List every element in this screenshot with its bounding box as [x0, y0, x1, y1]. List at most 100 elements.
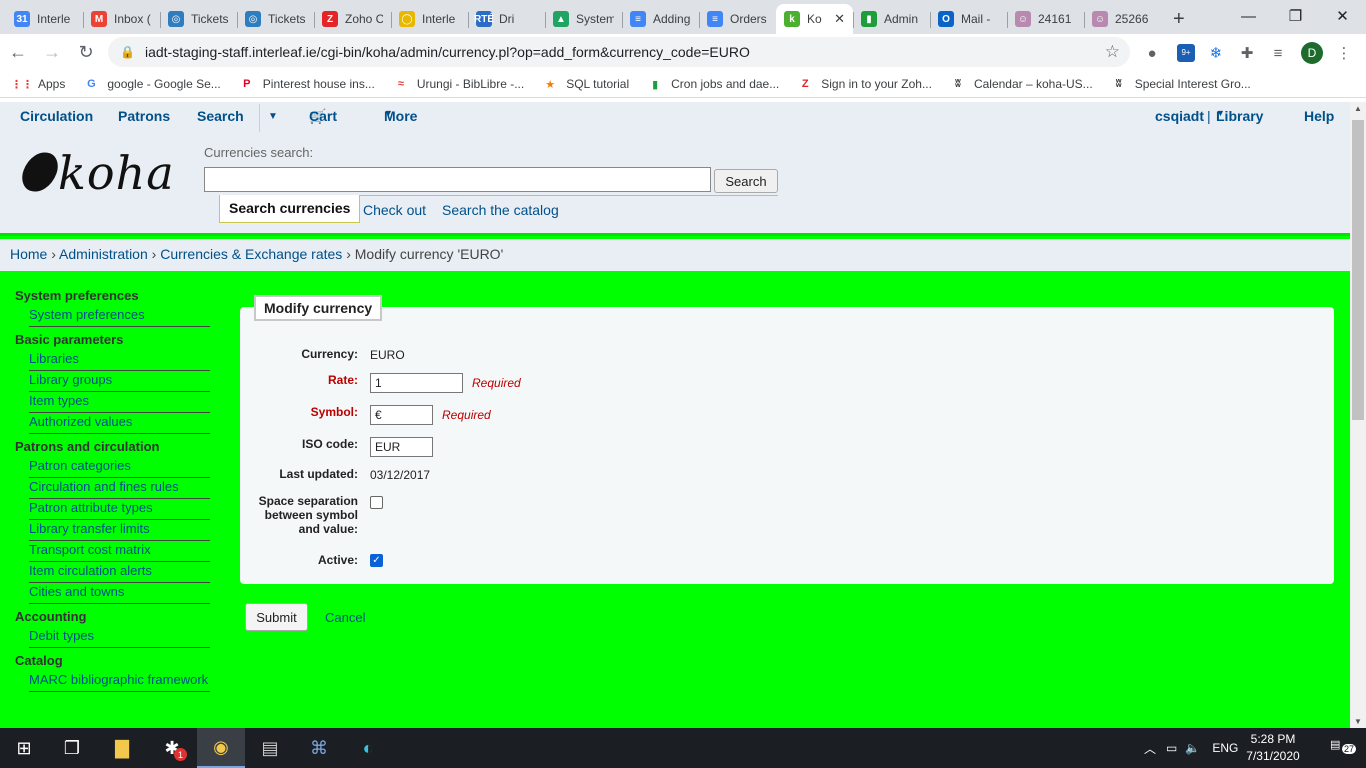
browser-tab[interactable]: RTÉ Dri: [468, 4, 545, 34]
address-bar[interactable]: 🔒 iadt-staging-staff.interleaf.ie/cgi-bi…: [108, 37, 1130, 67]
space-separation-checkbox[interactable]: [370, 496, 383, 509]
browser-tab[interactable]: k Ko ✕: [776, 4, 853, 34]
browser-tab[interactable]: ▲ System: [545, 4, 622, 34]
page-scrollbar[interactable]: ▲ ▼: [1350, 102, 1366, 728]
tab-close-icon[interactable]: ✕: [834, 11, 845, 27]
profile-avatar[interactable]: D: [1298, 38, 1326, 68]
sidebar-item[interactable]: Circulation and fines rules: [29, 478, 210, 499]
new-tab-icon[interactable]: +: [1161, 4, 1197, 34]
edge-icon[interactable]: ◐: [344, 728, 392, 768]
bookmark-star-icon[interactable]: ☆: [1105, 42, 1120, 62]
slack-icon[interactable]: ✱ 1: [148, 728, 196, 768]
tab-title: Tickets: [268, 12, 306, 26]
battery-icon[interactable]: ▭: [1166, 741, 1177, 755]
sidebar-item[interactable]: Patron categories: [29, 457, 210, 478]
profile-initial: D: [1301, 42, 1323, 64]
sidebar-item[interactable]: Libraries: [29, 350, 210, 371]
submit-button[interactable]: Submit: [245, 603, 308, 631]
sidebar-item[interactable]: Authorized values: [29, 413, 210, 434]
sidebar-item[interactable]: MARC bibliographic framework: [29, 671, 210, 692]
sidebar-item[interactable]: Cities and towns: [29, 583, 210, 604]
breadcrumb-separator: ›: [346, 246, 351, 262]
scroll-up-icon[interactable]: ▲: [1354, 104, 1362, 113]
cancel-link[interactable]: Cancel: [325, 610, 365, 625]
nav-search[interactable]: Search: [197, 108, 244, 124]
sidebar-item[interactable]: Item types: [29, 392, 210, 413]
browser-tab[interactable]: ☺ 24161: [1007, 4, 1084, 34]
search-button[interactable]: Search: [714, 169, 778, 193]
scroll-thumb[interactable]: [1352, 120, 1364, 420]
nav-user[interactable]: csqiadt: [1155, 108, 1204, 124]
koha-logo[interactable]: koha: [17, 146, 175, 200]
bookmark-item[interactable]: ʬ Special Interest Gro...: [1111, 76, 1251, 92]
extension-snowflake-icon[interactable]: ❄: [1202, 38, 1230, 68]
extension-circle-icon[interactable]: ●: [1138, 38, 1166, 68]
extensions-puzzle-icon[interactable]: ✚: [1233, 38, 1261, 68]
restore-icon[interactable]: ❐: [1272, 0, 1319, 32]
browser-tab[interactable]: ◎ Tickets: [160, 4, 237, 34]
minimize-icon[interactable]: —: [1225, 0, 1272, 32]
tray-expand-icon[interactable]: ︿: [1144, 740, 1156, 757]
bookmark-item[interactable]: ⋮⋮ Apps: [11, 76, 65, 92]
sidebar-item[interactable]: Library transfer limits: [29, 520, 210, 541]
browser-tab[interactable]: ☺ 25266: [1084, 4, 1161, 34]
currencies-search-input[interactable]: [204, 167, 711, 192]
nav-help[interactable]: Help: [1304, 108, 1334, 124]
browser-tab[interactable]: ◎ Tickets: [237, 4, 314, 34]
windows-start-icon[interactable]: ⊞: [0, 728, 48, 768]
browser-tab[interactable]: ◯ Interle: [391, 4, 468, 34]
file-explorer-icon[interactable]: ▇: [98, 728, 146, 768]
sidebar-item[interactable]: System preferences: [29, 306, 210, 327]
browser-tab[interactable]: ≡ Orders: [699, 4, 776, 34]
sql-tool-icon[interactable]: ⌘: [295, 728, 343, 768]
volume-icon[interactable]: 🔈: [1185, 741, 1200, 755]
lock-icon: 🔒: [120, 45, 135, 59]
sidebar-item[interactable]: Transport cost matrix: [29, 541, 210, 562]
browser-tab[interactable]: ≡ Adding: [622, 4, 699, 34]
nav-circulation[interactable]: Circulation: [20, 108, 93, 124]
bookmark-item[interactable]: ≈ Urungi - BibLibre -...: [393, 76, 524, 92]
chrome-menu-icon[interactable]: ⋮: [1330, 38, 1358, 68]
bookmark-item[interactable]: P Pinterest house ins...: [239, 76, 375, 92]
notification-center-icon[interactable]: ▤ 27: [1330, 738, 1357, 758]
bookmark-item[interactable]: Z Sign in to your Zoh...: [797, 76, 932, 92]
sidebar-item[interactable]: Patron attribute types: [29, 499, 210, 520]
iso-code-input[interactable]: EUR: [370, 437, 433, 457]
bookmark-item[interactable]: Ggoogle - Google Se...: [83, 76, 221, 92]
language-indicator[interactable]: ENG: [1212, 741, 1238, 755]
reload-icon[interactable]: ↻: [70, 37, 102, 69]
symbol-input[interactable]: €: [370, 405, 433, 425]
nav-search-dropdown-caret-icon[interactable]: ▼: [268, 111, 278, 122]
breadcrumb-administration[interactable]: Administration: [59, 246, 148, 262]
bookmark-item[interactable]: ★ SQL tutorial: [542, 76, 629, 92]
active-checkbox[interactable]: ✓: [370, 554, 383, 567]
tab-search-currencies[interactable]: Search currencies: [219, 195, 361, 223]
close-window-icon[interactable]: ✕: [1319, 0, 1366, 32]
bookmark-item[interactable]: ʬ Calendar – koha-US...: [950, 76, 1093, 92]
forward-arrow-icon[interactable]: →: [36, 37, 68, 69]
browser-tab[interactable]: 31 Interle: [6, 4, 83, 34]
breadcrumb-home[interactable]: Home: [10, 246, 47, 262]
nav-patrons[interactable]: Patrons: [118, 108, 170, 124]
browser-tab[interactable]: Z Zoho C: [314, 4, 391, 34]
sidebar-item[interactable]: Debit types: [29, 627, 210, 648]
sidebar-item[interactable]: Library groups: [29, 371, 210, 392]
breadcrumb-currencies[interactable]: Currencies & Exchange rates: [160, 246, 342, 262]
back-arrow-icon[interactable]: ←: [2, 37, 34, 69]
browser-tab[interactable]: O Mail -: [930, 4, 1007, 34]
extension-badge-icon[interactable]: 9+: [1172, 38, 1200, 68]
browser-tab[interactable]: ▮ Admin: [853, 4, 930, 34]
tab-search-catalog[interactable]: Search the catalog: [442, 202, 559, 218]
reading-list-icon[interactable]: ≡: [1264, 38, 1292, 68]
tab-check-out[interactable]: Check out: [363, 202, 426, 218]
sidebar-heading: System preferences: [15, 288, 139, 303]
sidebar-item[interactable]: Item circulation alerts: [29, 562, 210, 583]
scroll-down-icon[interactable]: ▼: [1354, 717, 1362, 726]
chrome-taskbar-icon[interactable]: ◉: [197, 728, 245, 768]
browser-tab[interactable]: M Inbox (: [83, 4, 160, 34]
taskbar-clock[interactable]: 5:28 PM 7/31/2020: [1238, 731, 1308, 765]
rate-input[interactable]: 1: [370, 373, 463, 393]
bookmark-item[interactable]: ▮ Cron jobs and dae...: [647, 76, 779, 92]
task-view-icon[interactable]: ❐: [48, 728, 96, 768]
printer-app-icon[interactable]: ▤: [246, 728, 294, 768]
